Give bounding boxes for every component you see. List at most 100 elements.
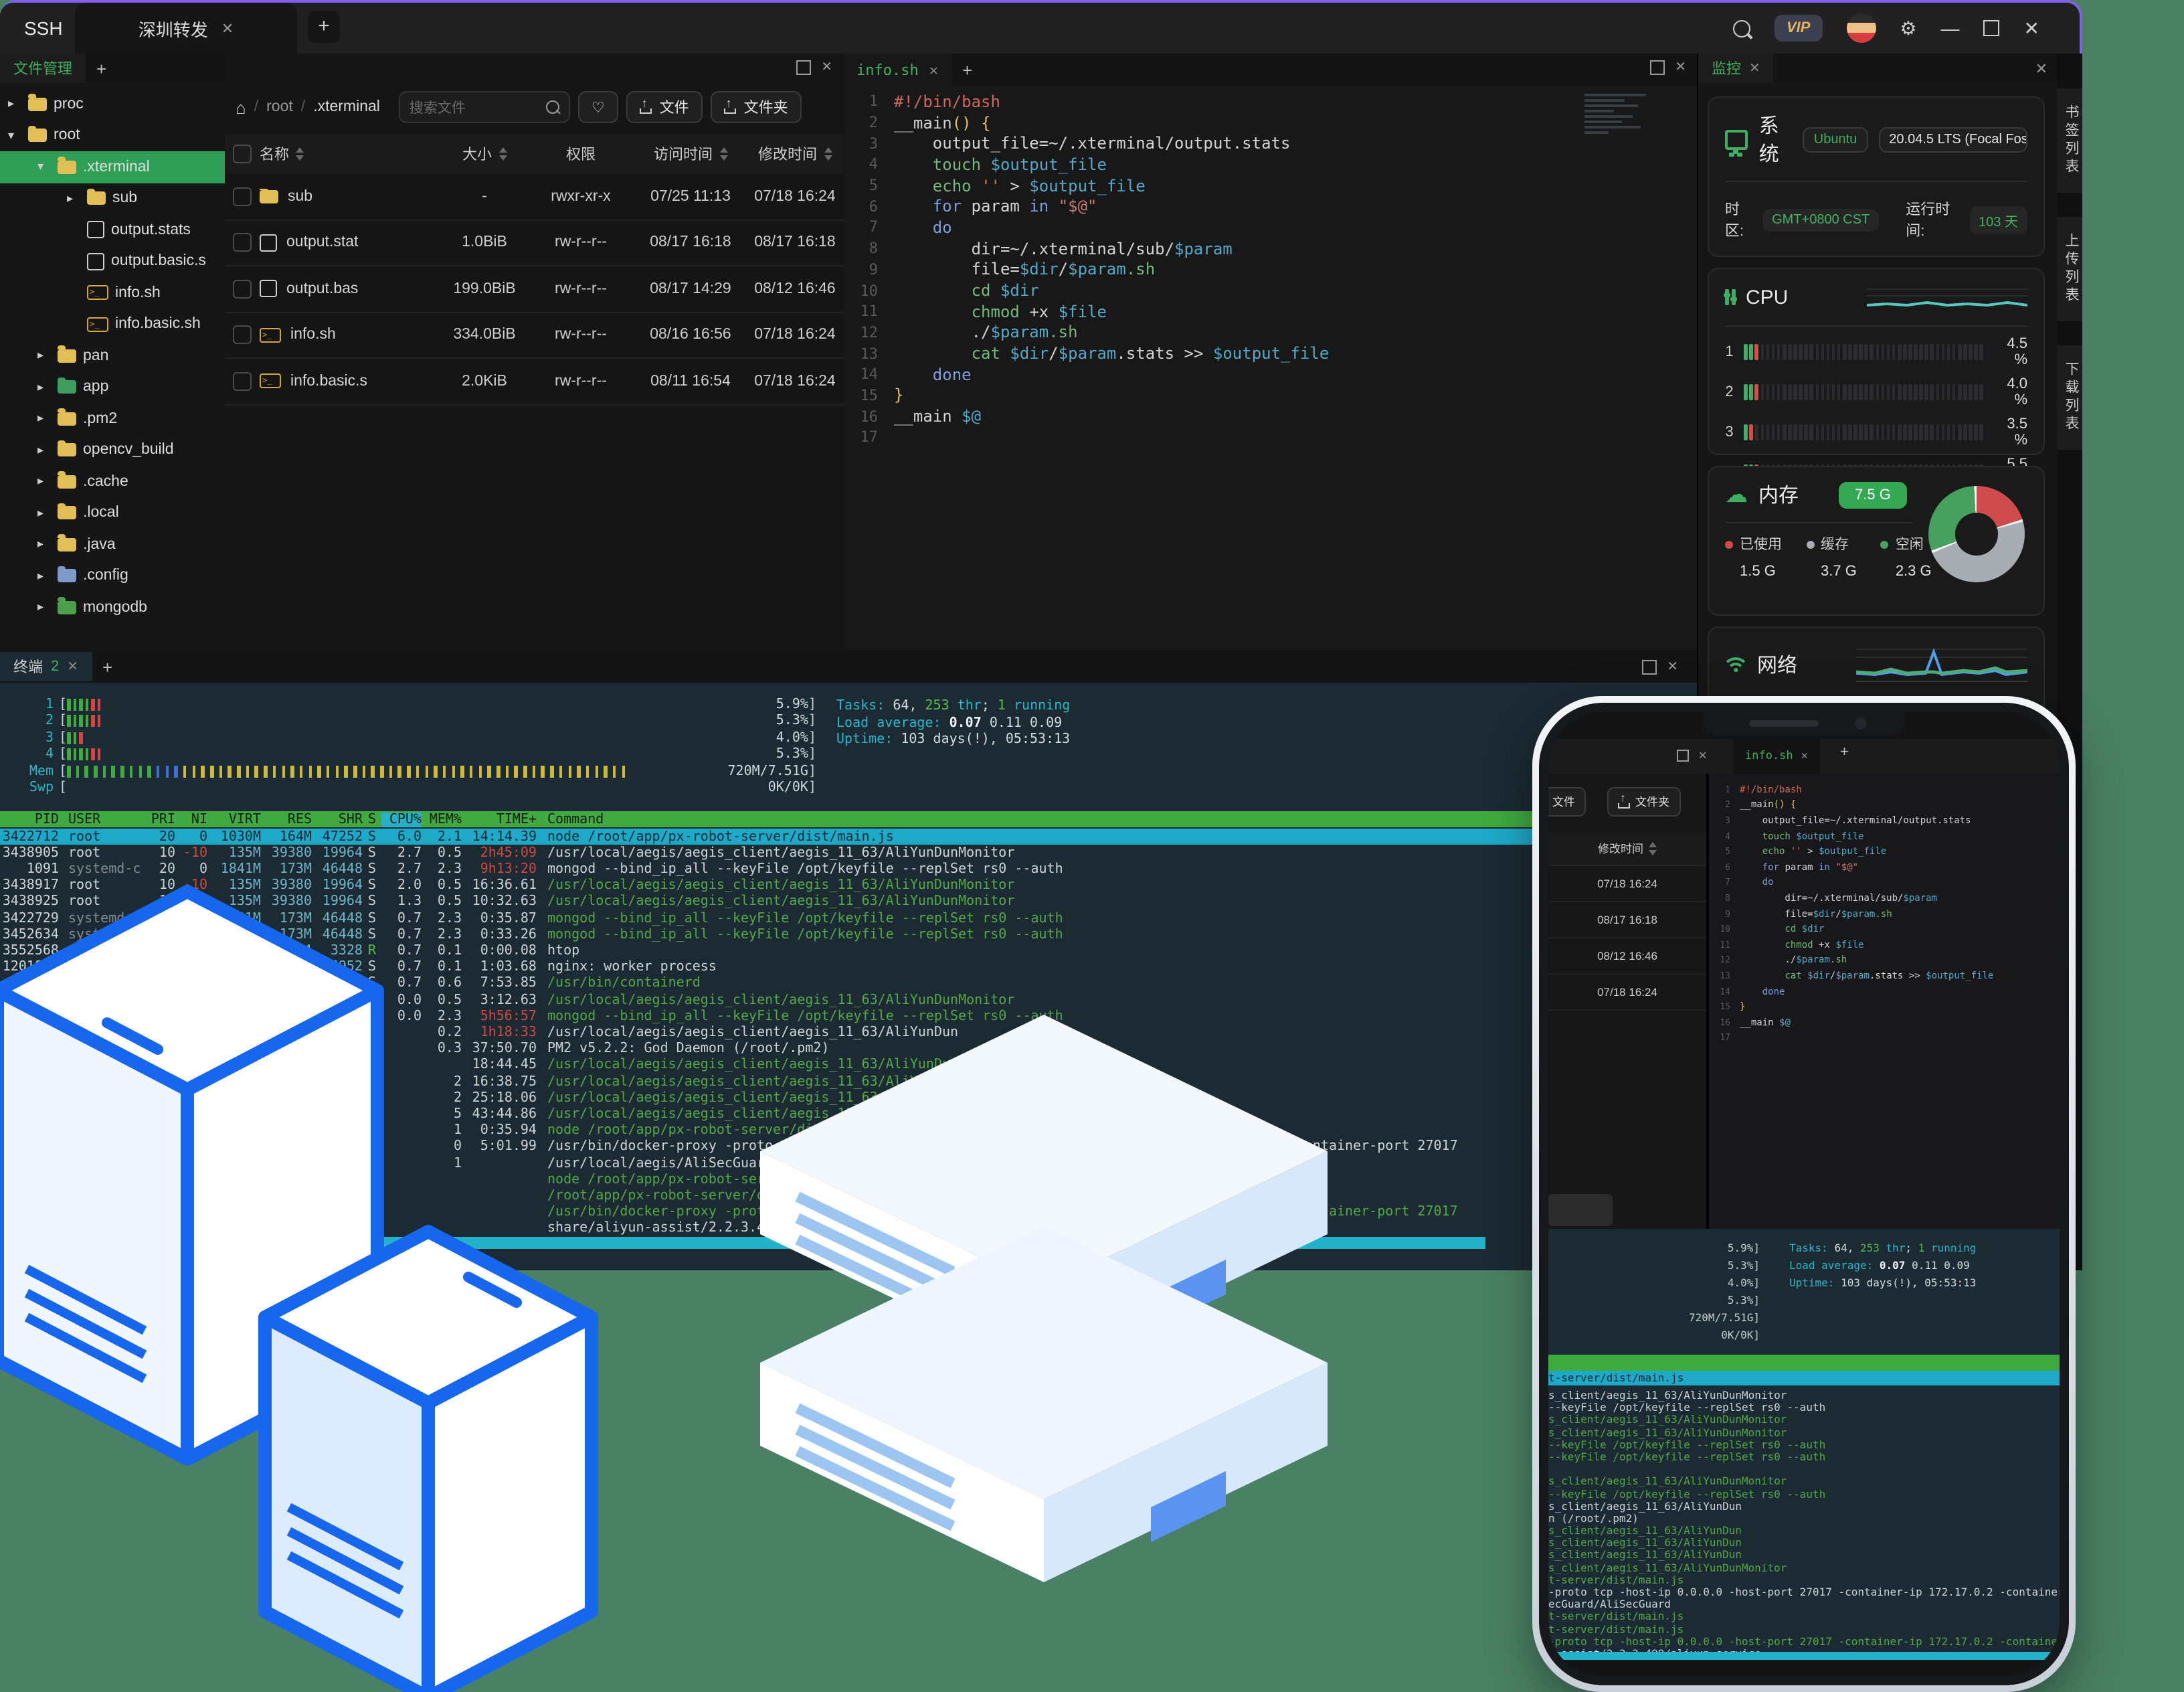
process-row[interactable]: 655root200132S0.70.67:53.85/usr/bin/cont… <box>0 976 1697 992</box>
close-icon[interactable]: ✕ <box>1667 660 1678 675</box>
code-area[interactable]: 1#!/bin/bash2__main() {3 output_file=~/.… <box>843 91 1697 448</box>
file-name[interactable]: info.sh <box>290 327 336 343</box>
session-tab-close-icon[interactable]: ✕ <box>221 19 234 37</box>
expand-icon[interactable] <box>1641 660 1656 675</box>
search-icon[interactable] <box>546 100 559 114</box>
tree-item-info.basic.sh[interactable]: >_info.basic.sh <box>0 309 225 340</box>
tree-item-.pm2[interactable]: ▸.pm2 <box>0 403 225 434</box>
tree-item-output.stats[interactable]: output.stats <box>0 214 225 246</box>
tree-item-pan[interactable]: ▸pan <box>0 340 225 371</box>
tab-info-sh[interactable]: info.sh ✕ <box>843 54 951 86</box>
process-row[interactable]: 05:01.99/usr/bin/docker-proxy -proto tcp… <box>0 1139 1697 1155</box>
process-row[interactable]: 343889918:44.45/usr/local/aegis/aegis_cl… <box>0 1058 1697 1074</box>
tree-item-.config[interactable]: ▸.config <box>0 560 225 592</box>
process-row[interactable]: 1/usr/local/aegis/AliSecGuard/AliSecGuar… <box>0 1155 1697 1171</box>
tree-item-.xterminal[interactable]: ▾.xterminal <box>0 151 225 183</box>
col-atime[interactable]: 访问时间 <box>634 143 747 165</box>
sort-icon[interactable] <box>824 147 832 161</box>
expand-icon[interactable] <box>1649 60 1664 75</box>
row-checkbox[interactable] <box>233 234 252 252</box>
home-icon[interactable]: ⌂ <box>236 97 246 117</box>
tree-item-opencv_build[interactable]: ▸opencv_build <box>0 434 225 466</box>
process-row[interactable]: 1272systemd-c200S0.02.35h56:57mongod --b… <box>0 1008 1697 1024</box>
strip-tab-书签列表[interactable]: 书签列表 <box>2057 88 2082 193</box>
process-row[interactable]: 225:18.06/usr/local/aegis/aegis_client/a… <box>0 1090 1697 1106</box>
chevron-icon[interactable]: ▸ <box>37 537 51 552</box>
tree-item-info.sh[interactable]: >_info.sh <box>0 277 225 309</box>
terminal-panel[interactable]: 终端 2 ✕ + ✕ 1[5.9%]2[5.3%]3[4.0%]4[5.3%]M… <box>0 651 1697 1270</box>
upload-folder-button[interactable]: 文件夹 <box>711 91 802 123</box>
maximize-button[interactable] <box>1984 20 2000 36</box>
chevron-icon[interactable]: ▸ <box>37 569 51 584</box>
process-row[interactable]: node /root/app/px-robot-server/dist/main… <box>0 1171 1697 1187</box>
chevron-icon[interactable]: ▸ <box>37 380 51 395</box>
process-row[interactable]: /root/app/px-robot-server/dist/main.js <box>0 1188 1697 1204</box>
sort-icon[interactable] <box>498 147 507 161</box>
tree-item-sub[interactable]: ▸sub <box>0 183 225 214</box>
file-row-info.basic.s[interactable]: >_info.basic.s2.0KiBrw-r--r--08/11 16:54… <box>225 359 843 405</box>
tree-item-proc[interactable]: ▸proc <box>0 88 225 120</box>
process-row[interactable]: 3438895root0.21h18:33/usr/local/aegis/ae… <box>0 1025 1697 1041</box>
monitor-close-button[interactable]: ✕ <box>2025 60 2058 77</box>
new-terminal-tab-button[interactable]: + <box>92 657 123 677</box>
col-mtime[interactable]: 修改时间 <box>747 143 843 165</box>
process-row[interactable]: 216:38.75/usr/local/aegis/aegis_client/a… <box>0 1074 1697 1090</box>
add-file-tab-button[interactable]: + <box>86 58 117 78</box>
close-button[interactable]: ✕ <box>2024 19 2039 37</box>
tree-item-.cache[interactable]: ▸.cache <box>0 466 225 497</box>
tree-item-root[interactable]: ▾root <box>0 120 225 151</box>
file-name[interactable]: sub <box>288 189 312 205</box>
close-icon[interactable]: ✕ <box>1675 60 1686 75</box>
chevron-icon[interactable]: ▸ <box>37 412 51 426</box>
search-icon[interactable] <box>1733 19 1750 37</box>
chevron-icon[interactable]: ▸ <box>67 191 80 206</box>
chevron-icon[interactable]: ▾ <box>37 160 51 175</box>
minimize-button[interactable]: — <box>1941 19 1960 37</box>
file-row-output.bas[interactable]: output.bas199.0BiBrw-r--r--08/17 14:2908… <box>225 266 843 313</box>
process-row[interactable]: 1091systemd-c2001841M173M46448S2.72.39h1… <box>0 861 1697 877</box>
process-row[interactable]: 3422729systemd-c2001841M173M46448S0.72.3… <box>0 910 1697 926</box>
file-name[interactable]: info.basic.s <box>290 373 367 390</box>
process-row[interactable]: share/aliyun-assist/2.2.3.499/aliyun-ser… <box>0 1221 1697 1237</box>
new-editor-tab-button[interactable]: + <box>951 60 983 80</box>
favorite-button[interactable]: ♡ <box>578 91 618 123</box>
sort-icon[interactable] <box>719 147 727 161</box>
chevron-icon[interactable]: ▾ <box>8 129 21 143</box>
process-row[interactable]: 3552568root20011148846043328R0.70.10:00.… <box>0 943 1697 959</box>
new-session-button[interactable]: + <box>308 11 340 43</box>
process-row[interactable]: 2301root0.337:50.70PM2 v5.2.2: God Daemo… <box>0 1041 1697 1057</box>
process-row[interactable]: 1201821www-data2006952S0.70.11:03.68ngin… <box>0 959 1697 975</box>
tab-file-manager[interactable]: 文件管理 <box>0 54 86 83</box>
process-row[interactable]: 3452634systemd-c2001841M173M46448S0.72.3… <box>0 926 1697 942</box>
strip-tab-上传列表[interactable]: 上传列表 <box>2057 217 2082 321</box>
file-row-sub[interactable]: sub-rwxr-xr-x07/25 11:1307/18 16:24 <box>225 174 843 220</box>
session-tab[interactable]: 深圳转发 ✕ <box>75 3 297 54</box>
process-row[interactable]: /usr/bin/docker-proxy -proto tcp -host-i… <box>0 1204 1697 1220</box>
tab-monitor[interactable]: 监控 ✕ <box>1698 54 1774 83</box>
vip-badge[interactable]: VIP <box>1774 15 1822 41</box>
strip-tab-下载列表[interactable]: 下载列表 <box>2057 345 2082 450</box>
breadcrumb-root[interactable]: root <box>266 99 293 115</box>
process-row[interactable]: 10:35.94node /root/app/px-robot-server/d… <box>0 1122 1697 1138</box>
file-row-output.stat[interactable]: output.stat1.0BiBrw-r--r--08/17 16:1808/… <box>225 220 843 266</box>
tab-terminal[interactable]: 终端 2 ✕ <box>0 652 92 681</box>
expand-icon[interactable] <box>796 60 810 75</box>
process-row[interactable]: 3422712root2001030M164M47252S6.02.114:14… <box>0 829 1697 845</box>
row-checkbox[interactable] <box>233 372 252 391</box>
avatar[interactable] <box>1846 13 1876 43</box>
tree-item-mongodb[interactable]: ▸mongodb <box>0 592 225 623</box>
chevron-icon[interactable]: ▸ <box>37 443 51 458</box>
process-row[interactable]: 3438925root10-10135M3938019964S1.30.510:… <box>0 894 1697 910</box>
row-checkbox[interactable] <box>233 280 252 299</box>
col-size[interactable]: 大小 <box>442 143 527 165</box>
chevron-icon[interactable]: ▸ <box>37 600 51 615</box>
close-icon[interactable]: ✕ <box>821 60 832 75</box>
process-row[interactable]: 543:44.86/usr/local/aegis/aegis_client/a… <box>0 1106 1697 1122</box>
tab-close-icon[interactable]: ✕ <box>929 61 938 78</box>
gear-icon[interactable]: ⚙ <box>1900 19 1916 37</box>
tree-item-.local[interactable]: ▸.local <box>0 497 225 529</box>
row-checkbox[interactable] <box>233 326 252 345</box>
select-all-checkbox[interactable] <box>233 145 252 163</box>
tab-close-icon[interactable]: ✕ <box>1749 61 1760 76</box>
col-perm[interactable]: 权限 <box>527 143 634 165</box>
